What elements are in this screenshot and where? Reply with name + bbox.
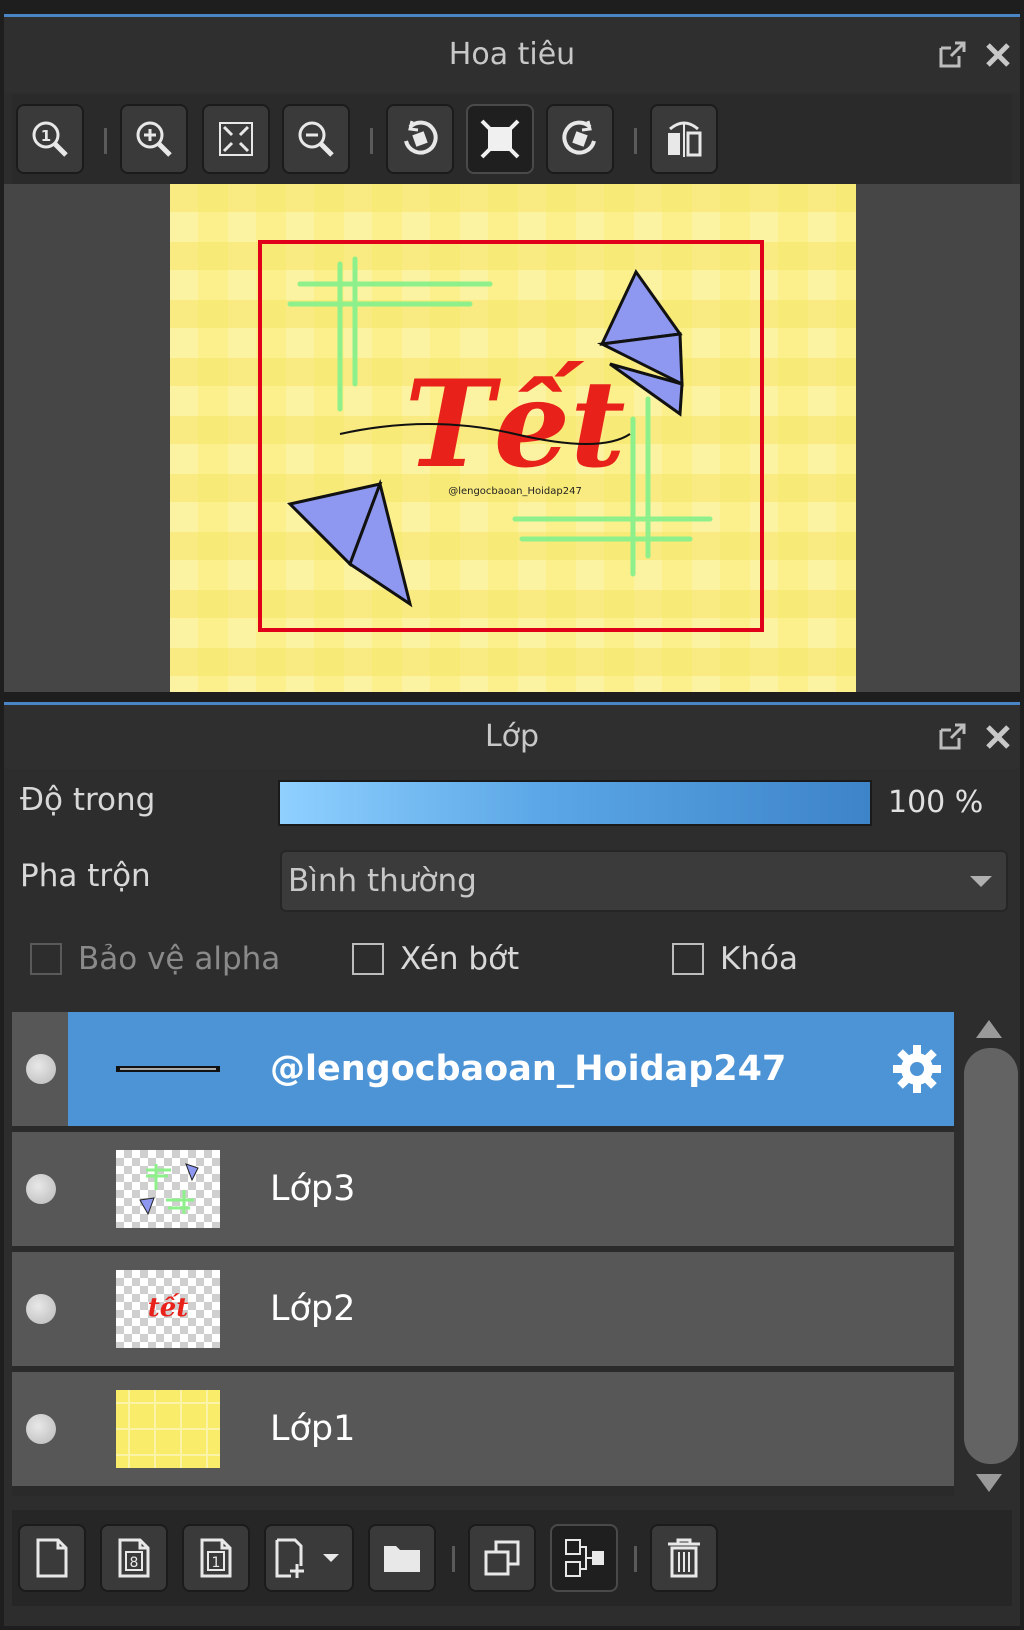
canvas-preview[interactable]: Tết @lengocbaoan_Hoidap247 xyxy=(170,184,856,692)
chevron-down-icon xyxy=(970,876,992,887)
navigator-panel: Hoa tiêu 1 Tết @lengocbaoan_Hoidap247 xyxy=(4,14,1020,692)
visibility-toggle-icon[interactable] xyxy=(26,1414,56,1444)
merge-down-button[interactable] xyxy=(550,1524,618,1592)
layers-panel: Lớp Độ trong 100 % Pha trộn Bình thường … xyxy=(4,702,1020,1626)
rotate-left-icon xyxy=(404,120,438,155)
close-icon[interactable] xyxy=(978,35,1018,75)
clip-checkbox[interactable] xyxy=(352,943,384,975)
add-layer-dropdown-button[interactable] xyxy=(264,1524,354,1592)
new-1bit-layer-icon: 1 xyxy=(200,1538,232,1578)
lock-option[interactable]: Khóa xyxy=(672,934,798,984)
rotate-right-button[interactable] xyxy=(546,104,614,174)
rotate-left-button[interactable] xyxy=(386,104,454,174)
new-8bit-layer-icon: 8 xyxy=(118,1538,150,1578)
blend-mode-select[interactable]: Bình thường xyxy=(280,850,1008,912)
opacity-slider[interactable] xyxy=(278,780,872,826)
fit-width-button[interactable] xyxy=(466,104,534,174)
layer-row[interactable]: tết Lớp2 xyxy=(12,1252,954,1369)
layer-list: @lengocbaoan_Hoidap247 Lớp3 tết Lớp2 Lớp… xyxy=(12,1012,954,1496)
new-layer-button[interactable] xyxy=(18,1524,86,1592)
layer-thumbnail xyxy=(116,1030,220,1108)
fit-screen-icon xyxy=(219,122,253,156)
zoom-in-button[interactable] xyxy=(120,104,188,174)
navigator-header: Hoa tiêu xyxy=(4,17,1020,93)
visibility-toggle-icon[interactable] xyxy=(26,1294,56,1324)
alpha-protect-checkbox[interactable] xyxy=(30,943,62,975)
gear-icon[interactable] xyxy=(890,1042,944,1096)
opacity-value: 100 % xyxy=(888,785,984,820)
layer-thumbnail: tết xyxy=(116,1270,220,1348)
blend-mode-value: Bình thường xyxy=(288,863,477,899)
duplicate-layer-button[interactable] xyxy=(468,1524,536,1592)
layer-toolbar: 8 1 xyxy=(12,1510,1012,1606)
undock-icon[interactable] xyxy=(932,717,972,757)
flip-horizontal-icon xyxy=(668,121,702,157)
visibility-toggle-icon[interactable] xyxy=(26,1054,56,1084)
zoom-out-icon xyxy=(298,121,334,157)
duplicate-layer-icon xyxy=(484,1540,520,1576)
delete-layer-icon xyxy=(668,1538,700,1578)
lock-label: Khóa xyxy=(720,941,798,977)
new-folder-icon xyxy=(384,1546,420,1572)
svg-text:tết: tết xyxy=(148,1292,189,1323)
fit-width-icon xyxy=(480,119,520,159)
undock-icon[interactable] xyxy=(932,35,972,75)
navigator-toolbar: 1 xyxy=(12,94,1012,184)
fit-screen-button[interactable] xyxy=(202,104,270,174)
zoom-out-button[interactable] xyxy=(282,104,350,174)
layers-title: Lớp xyxy=(484,719,540,754)
visibility-toggle-icon[interactable] xyxy=(26,1174,56,1204)
layer-name: Lớp2 xyxy=(270,1289,356,1329)
alpha-protect-label: Bảo vệ alpha xyxy=(78,941,281,977)
zoom-actual-button[interactable]: 1 xyxy=(16,104,84,174)
merge-down-icon xyxy=(565,1539,604,1577)
alpha-protect-option[interactable]: Bảo vệ alpha xyxy=(30,934,280,984)
layer-thumbnail xyxy=(116,1390,220,1468)
opacity-label: Độ trong xyxy=(20,782,156,818)
navigator-preview[interactable]: Tết @lengocbaoan_Hoidap247 xyxy=(4,184,1020,692)
layer-scrollbar[interactable] xyxy=(962,1012,1018,1496)
add-layer-dropdown-icon xyxy=(275,1538,339,1578)
layers-header: Lớp xyxy=(4,705,1020,769)
layer-name: Lớp1 xyxy=(270,1409,356,1449)
new-1bit-layer-button[interactable]: 1 xyxy=(182,1524,250,1592)
close-icon[interactable] xyxy=(978,717,1018,757)
preview-watermark: @lengocbaoan_Hoidap247 xyxy=(448,486,582,497)
new-8bit-layer-button[interactable]: 8 xyxy=(100,1524,168,1592)
new-layer-icon xyxy=(36,1538,68,1578)
layer-row[interactable]: Lớp3 xyxy=(12,1132,954,1249)
zoom-actual-icon: 1 xyxy=(32,121,68,157)
layer-name: Lớp3 xyxy=(270,1169,356,1209)
layer-row[interactable]: @lengocbaoan_Hoidap247 xyxy=(12,1012,954,1129)
scroll-up-arrow[interactable] xyxy=(976,1020,1002,1038)
delete-layer-button[interactable] xyxy=(650,1524,718,1592)
layer-row[interactable]: Lớp1 xyxy=(12,1372,954,1489)
rotate-right-icon xyxy=(562,120,596,155)
clip-label: Xén bớt xyxy=(400,941,520,977)
new-folder-button[interactable] xyxy=(368,1524,436,1592)
zoom-in-icon xyxy=(136,121,172,157)
svg-text:1: 1 xyxy=(212,1555,221,1571)
scroll-down-arrow[interactable] xyxy=(976,1474,1002,1492)
lock-checkbox[interactable] xyxy=(672,943,704,975)
layer-thumbnail xyxy=(116,1150,220,1228)
blend-label: Pha trộn xyxy=(20,858,151,894)
clip-option[interactable]: Xén bớt xyxy=(352,934,519,984)
svg-text:8: 8 xyxy=(130,1555,139,1571)
scroll-thumb[interactable] xyxy=(964,1048,1018,1464)
flip-horizontal-button[interactable] xyxy=(650,104,718,174)
navigator-title: Hoa tiêu xyxy=(448,37,576,72)
svg-text:1: 1 xyxy=(41,127,51,145)
layer-name: @lengocbaoan_Hoidap247 xyxy=(270,1049,787,1089)
